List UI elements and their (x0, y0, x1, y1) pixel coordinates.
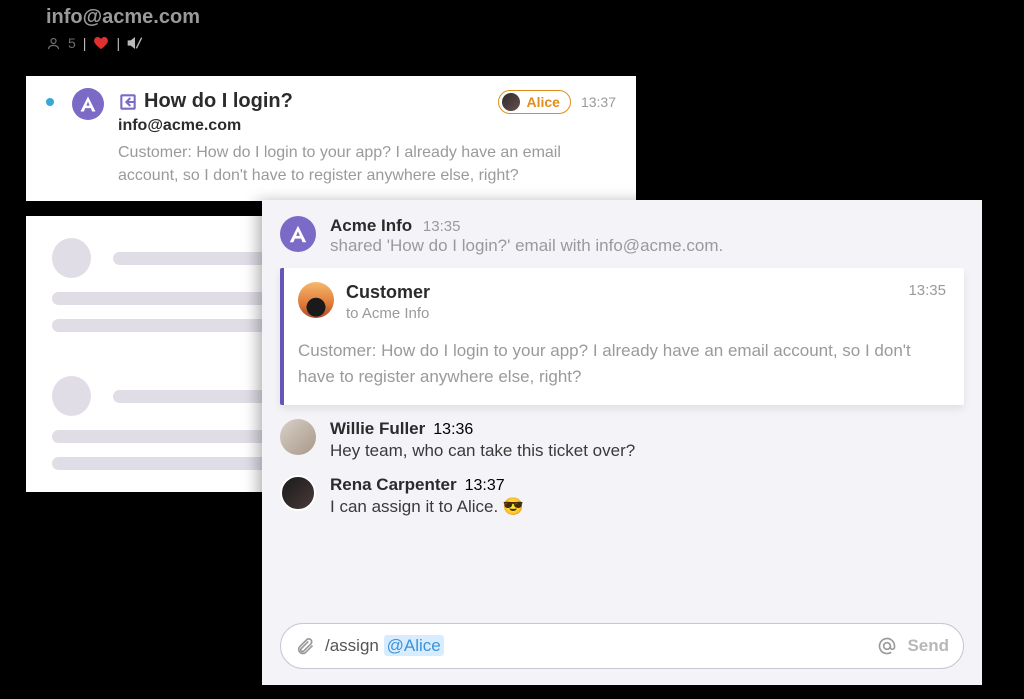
message-author: Rena Carpenter (330, 475, 457, 495)
channel-header: info@acme.com 5 | | (46, 6, 200, 51)
ticket-from: info@acme.com (118, 117, 618, 135)
send-button[interactable]: Send (907, 636, 949, 656)
assignee-pill[interactable]: Alice (498, 90, 570, 114)
message-text: Hey team, who can take this ticket over? (330, 441, 635, 461)
ticket-preview: Customer: How do I login to your app? I … (118, 141, 618, 187)
message-text: I can assign it to Alice. 😎 (330, 497, 524, 517)
chat-message: Rena Carpenter 13:37 I can assign it to … (280, 475, 964, 517)
share-in-icon (118, 92, 138, 112)
divider: | (83, 35, 87, 51)
email-card[interactable]: Customer to Acme Info 13:35 Customer: Ho… (280, 268, 964, 405)
people-count: 5 (68, 35, 76, 51)
composer-input[interactable]: /assign @Alice (325, 636, 444, 656)
heart-icon[interactable] (93, 35, 109, 51)
message-time: 13:36 (433, 421, 473, 439)
channel-meta: 5 | | (46, 35, 200, 51)
share-text: shared 'How do I login?' email with info… (330, 236, 723, 256)
ticket-time: 13:37 (581, 94, 616, 110)
channel-title[interactable]: info@acme.com (46, 6, 200, 29)
attachment-icon[interactable] (295, 636, 315, 656)
composer-command: /assign (325, 636, 384, 655)
share-time: 13:35 (423, 218, 461, 235)
ticket-subject: How do I login? (144, 90, 293, 113)
acme-avatar (280, 216, 316, 252)
email-recipient: to Acme Info (346, 305, 430, 322)
acme-avatar (72, 88, 104, 120)
mute-icon[interactable] (127, 35, 143, 51)
email-sender: Customer (346, 282, 430, 303)
share-actor: Acme Info (330, 216, 412, 235)
user-avatar (280, 419, 316, 455)
assignee-avatar (502, 93, 520, 111)
share-event: Acme Info 13:35 shared 'How do I login?'… (280, 216, 964, 256)
composer-mention: @Alice (384, 635, 444, 656)
email-body: Customer: How do I login to your app? I … (298, 338, 946, 389)
ticket-list-item[interactable]: How do I login? info@acme.com Customer: … (26, 76, 636, 201)
divider: | (116, 35, 120, 51)
assignee-name: Alice (526, 94, 559, 110)
chat-message: Willie Fuller 13:36 Hey team, who can ta… (280, 419, 964, 461)
people-icon (46, 36, 61, 51)
message-composer[interactable]: /assign @Alice Send (280, 623, 964, 669)
customer-avatar (298, 282, 334, 318)
user-avatar (280, 475, 316, 511)
chat-panel: Acme Info 13:35 shared 'How do I login?'… (262, 200, 982, 685)
message-author: Willie Fuller (330, 419, 425, 439)
unread-dot (46, 98, 54, 106)
message-time: 13:37 (465, 477, 505, 495)
email-time: 13:35 (908, 282, 946, 299)
mention-icon[interactable] (877, 636, 897, 656)
